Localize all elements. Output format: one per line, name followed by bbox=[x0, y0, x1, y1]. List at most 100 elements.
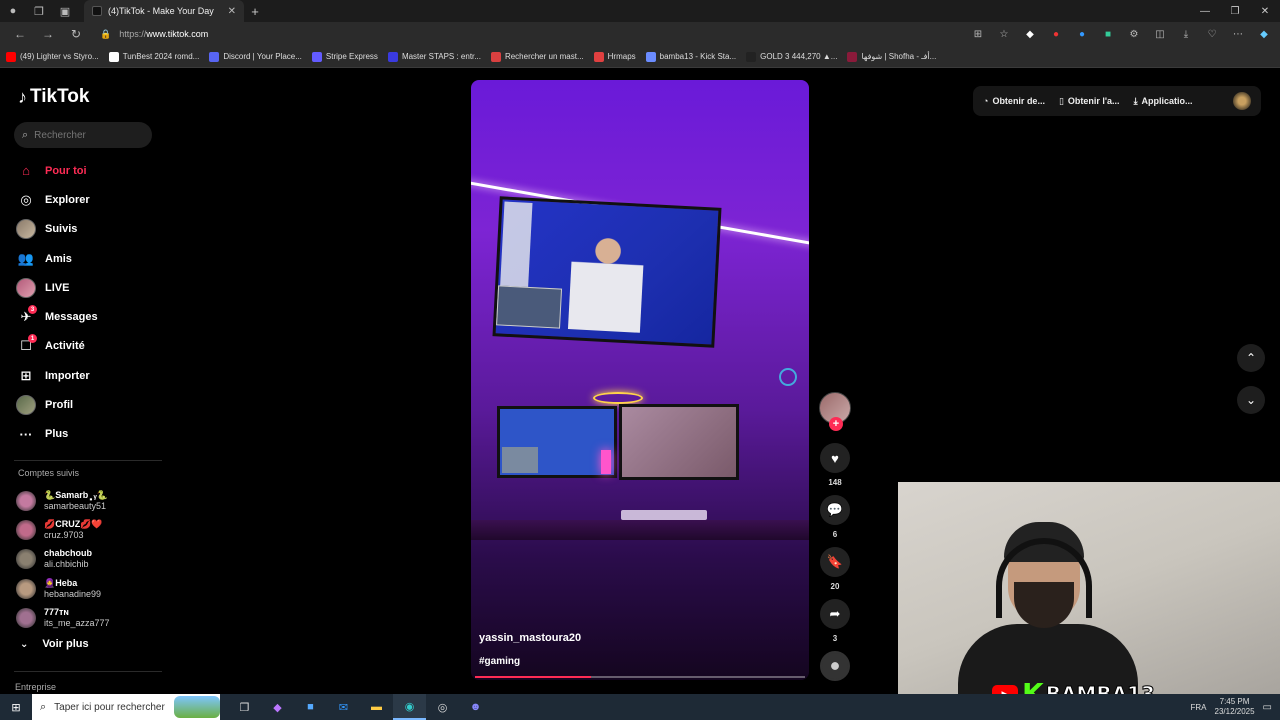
copilot-app-icon[interactable]: ◆ bbox=[261, 694, 294, 720]
video-progress-bar[interactable] bbox=[475, 676, 805, 678]
sidebar-item-importer[interactable]: ⊞ Importer bbox=[16, 361, 98, 390]
get-app-button[interactable]: ▯ Obtenir l'a... bbox=[1059, 96, 1120, 107]
windows-taskbar: ⊞ ⌕ Taper ici pour rechercher ❐ ◆ ■ ✉ ▬ … bbox=[0, 694, 1280, 720]
followed-account[interactable]: 🐍Samarb﮼ᵧ🐍 samarbeauty51 bbox=[16, 486, 110, 515]
file-explorer-icon[interactable]: ▬ bbox=[360, 694, 393, 720]
bookmark-item[interactable]: (49) Lighter vs Styro... bbox=[6, 51, 99, 62]
clock[interactable]: 7:45 PM 23/12/2025 bbox=[1215, 697, 1255, 717]
menu-dots-icon[interactable]: ⋯ bbox=[1228, 26, 1248, 42]
see-more-button[interactable]: ⌄ Voir plus bbox=[20, 638, 89, 650]
bookmark-item[interactable]: Discord | Your Place... bbox=[209, 51, 302, 62]
followed-account[interactable]: 💋CRUZ💋❤️ cruz.9703 bbox=[16, 515, 110, 544]
sidebar-item-label: Explorer bbox=[45, 193, 90, 206]
outlook-app-icon[interactable]: ✉ bbox=[327, 694, 360, 720]
sidebar-item-plus[interactable]: ··· Plus bbox=[16, 420, 98, 449]
user-avatar[interactable] bbox=[1233, 92, 1251, 110]
bookmark-item[interactable]: bamba13 - Kick Sta... bbox=[645, 51, 736, 62]
bookmark-label: Rechercher un mast... bbox=[504, 52, 584, 61]
edge-app-icon[interactable]: ◉ bbox=[393, 694, 426, 720]
extensions-puzzle-icon[interactable]: ⚙ bbox=[1124, 26, 1144, 42]
get-coins-button[interactable]: ◔ Obtenir de... bbox=[983, 96, 1045, 106]
bookmark-icon[interactable]: 🔖 bbox=[820, 547, 850, 577]
downloads-icon[interactable]: ⤓ bbox=[1176, 26, 1196, 42]
profile-icon[interactable]: ● bbox=[0, 0, 26, 22]
bookmark-item[interactable]: TunBest 2024 romd... bbox=[108, 51, 199, 62]
bookmark-label: Discord | Your Place... bbox=[223, 52, 302, 61]
minimize-icon[interactable]: — bbox=[1190, 6, 1220, 17]
url-field[interactable]: 🔒 https://www.tiktok.com bbox=[100, 29, 920, 40]
copilot-icon[interactable]: ◆ bbox=[1254, 26, 1274, 42]
followed-account[interactable]: 🧕Heba hebanadine99 bbox=[16, 574, 110, 603]
heart-icon[interactable]: ♥ bbox=[820, 443, 850, 473]
browser-tab-tiktok[interactable]: (4)TikTok - Make Your Day ✕ bbox=[84, 0, 244, 22]
close-window-icon[interactable]: ✕ bbox=[1250, 6, 1280, 17]
new-tab-button[interactable]: + bbox=[244, 4, 266, 19]
forward-icon[interactable]: → bbox=[34, 27, 62, 41]
sidebar-item-profil[interactable]: Profil bbox=[16, 390, 98, 419]
store-app-icon[interactable]: ■ bbox=[294, 694, 327, 720]
video-player[interactable]: yassin_mastoura20 #gaming bbox=[471, 80, 809, 680]
bookmark-item[interactable]: Stripe Express bbox=[311, 51, 378, 62]
sidebar-item-live[interactable]: LIVE bbox=[16, 273, 98, 302]
followed-account[interactable]: chabchoub ali.chbichib bbox=[16, 545, 110, 574]
sidebar-item-activit[interactable]: ☐ 1 Activité bbox=[16, 332, 98, 361]
bookmark-item[interactable]: شوفها | Shofha - أفـ... bbox=[847, 51, 936, 62]
more-icon: ··· bbox=[16, 424, 36, 444]
back-icon[interactable]: ← bbox=[6, 27, 34, 41]
next-video-button[interactable]: ⌄ bbox=[1237, 386, 1265, 414]
live-avatar-icon bbox=[16, 277, 36, 298]
split-screen-icon[interactable]: ◫ bbox=[1150, 26, 1170, 42]
close-tab-icon[interactable]: ✕ bbox=[228, 6, 236, 17]
extension-icon[interactable]: ◆ bbox=[1020, 26, 1040, 42]
share-action[interactable]: ➦ 3 bbox=[819, 599, 851, 643]
tiktok-logo[interactable]: ♪ TikTok bbox=[18, 86, 89, 108]
comment-icon[interactable]: 💬 bbox=[820, 495, 850, 525]
task-view-icon[interactable]: ❐ bbox=[228, 694, 261, 720]
video-username[interactable]: yassin_mastoura20 bbox=[479, 632, 581, 644]
bookmark-favicon-icon bbox=[209, 51, 220, 62]
performance-icon[interactable]: ♡ bbox=[1202, 26, 1222, 42]
previous-video-button[interactable]: ⌃ bbox=[1237, 344, 1265, 372]
music-disc-icon[interactable] bbox=[820, 651, 850, 681]
bookmark-item[interactable]: Master STAPS : entr... bbox=[387, 51, 481, 62]
share-icon[interactable]: ➦ bbox=[820, 599, 850, 629]
desktop-app-button[interactable]: ⤓ Applicatio... bbox=[1134, 96, 1193, 107]
discord-app-icon[interactable]: ☻ bbox=[459, 694, 492, 720]
extension-green-icon[interactable]: ■ bbox=[1098, 26, 1118, 42]
windows-start-icon[interactable]: ⊞ bbox=[0, 701, 32, 714]
sidebar-item-label: LIVE bbox=[45, 281, 70, 294]
extension-red-icon[interactable]: ● bbox=[1046, 26, 1066, 42]
tv-person-scene bbox=[567, 229, 646, 333]
lock-icon[interactable]: 🔒 bbox=[100, 29, 111, 40]
workspaces-icon[interactable]: ❐ bbox=[26, 0, 52, 22]
taskbar-search[interactable]: ⌕ Taper ici pour rechercher bbox=[32, 694, 220, 720]
search-input[interactable] bbox=[34, 129, 135, 141]
notifications-icon[interactable]: ▭ bbox=[1263, 702, 1272, 713]
sidebar-item-explorer[interactable]: ◎ Explorer bbox=[16, 185, 98, 214]
tab-actions-icon[interactable]: ▣ bbox=[52, 0, 78, 22]
video-hashtag[interactable]: #gaming bbox=[479, 656, 520, 667]
like-action[interactable]: ♥ 148 bbox=[819, 443, 851, 487]
comment-action[interactable]: 💬 6 bbox=[819, 495, 851, 539]
favorite-star-icon[interactable]: ☆ bbox=[994, 26, 1014, 42]
sidebar-item-messages[interactable]: ✈ 3 Messages bbox=[16, 302, 98, 331]
save-action[interactable]: 🔖 20 bbox=[819, 547, 851, 591]
sidebar-item-amis[interactable]: 👥 Amis bbox=[16, 244, 98, 273]
extension-blue-icon[interactable]: ● bbox=[1072, 26, 1092, 42]
maximize-icon[interactable]: ❐ bbox=[1220, 6, 1250, 17]
sidebar-item-pourtoi[interactable]: ⌂ Pour toi bbox=[16, 156, 98, 185]
refresh-icon[interactable]: ↻ bbox=[62, 27, 90, 41]
bookmark-item[interactable]: GOLD 3 444,270 ▲... bbox=[746, 51, 837, 62]
language-indicator[interactable]: FRA bbox=[1191, 703, 1207, 712]
follow-plus-button[interactable]: + bbox=[829, 417, 843, 431]
bookmark-item[interactable]: Hrmaps bbox=[593, 51, 636, 62]
followed-account[interactable]: 777ᴛɴ its_me_azza777 bbox=[16, 603, 110, 632]
bookmark-item[interactable]: Rechercher un mast... bbox=[490, 51, 584, 62]
app-available-icon[interactable]: ⊞ bbox=[968, 26, 988, 42]
obs-app-icon[interactable]: ◎ bbox=[426, 694, 459, 720]
enterprise-link[interactable]: Entreprise bbox=[15, 682, 56, 692]
search-box[interactable]: ⌕ bbox=[14, 122, 152, 148]
sidebar-item-suivis[interactable]: Suivis bbox=[16, 215, 98, 244]
followed-avatar bbox=[16, 607, 36, 628]
tiktok-favicon-icon bbox=[92, 6, 102, 16]
